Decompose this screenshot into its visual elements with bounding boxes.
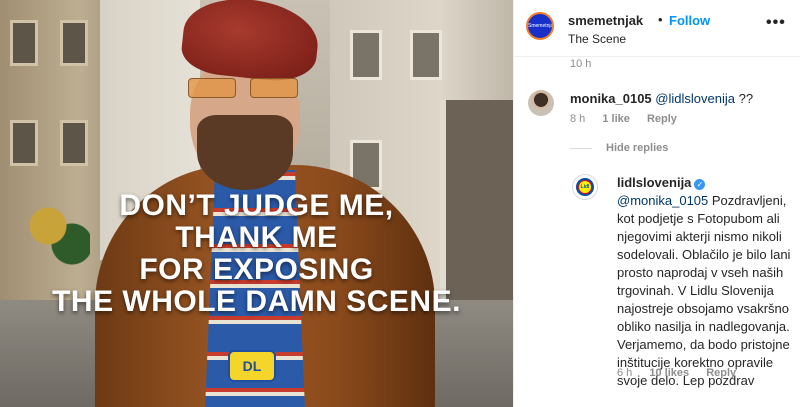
separator-dot: • [658, 12, 663, 27]
follow-button[interactable]: Follow [669, 13, 710, 28]
comment-meta: 8 h 1 like Reply [570, 113, 691, 125]
comment-body: ?? [734, 91, 754, 106]
reply-likes[interactable]: 10 likes [649, 367, 689, 379]
divider-line [570, 147, 592, 149]
account-avatar[interactable]: Smemetnjak [526, 12, 554, 40]
account-username[interactable]: smemetnjak [568, 13, 643, 28]
sweater-logo-patch: DL [228, 350, 276, 382]
reply-button[interactable]: Reply [647, 113, 677, 125]
reply-meta: 6 h 10 likes Reply [617, 367, 750, 379]
window [10, 120, 38, 166]
verified-badge-icon: ✓ [694, 179, 706, 190]
sunglasses [186, 78, 304, 98]
beret [179, 0, 322, 85]
commenter-avatar[interactable]: Lidl [572, 174, 598, 200]
comment-text: monika_0105 @lidlslovenija ?? [570, 90, 753, 108]
comment-time: 8 h [570, 113, 586, 125]
reply-text: lidlslovenija ✓ @monika_0105 Pozdravljeni,… [617, 174, 795, 390]
lidl-logo-icon: Lidl [576, 178, 594, 196]
hide-replies-button[interactable]: Hide replies [570, 142, 668, 154]
previous-comment-time: 10 h [570, 58, 592, 70]
comments-panel: Smemetnjak smemetnjak • Follow The Scene… [513, 0, 800, 407]
reply-username[interactable]: lidlslovenija [617, 175, 691, 190]
lidl-logo-text: Lidl [578, 180, 592, 194]
window [60, 120, 88, 166]
comment-username[interactable]: monika_0105 [570, 91, 652, 106]
reply-time: 6 h [617, 367, 633, 379]
post-image[interactable]: DL DON’T JUDGE ME, THANK ME FOR EXPOSING… [0, 0, 513, 407]
window [350, 30, 382, 80]
reply-button[interactable]: Reply [706, 367, 736, 379]
image-headline: DON’T JUDGE ME, THANK ME FOR EXPOSING TH… [0, 190, 513, 318]
hide-replies-label: Hide replies [606, 142, 669, 154]
window [410, 30, 442, 80]
headline-line: THANK ME [175, 221, 338, 254]
headline-line: THE WHOLE DAMN SCENE. [52, 285, 461, 318]
reply-body: Pozdravljeni, kot podjetje s Fotopubom a… [617, 193, 791, 388]
commenter-avatar[interactable] [528, 90, 554, 116]
window [60, 20, 88, 66]
post-location[interactable]: The Scene [568, 32, 626, 46]
comment-likes[interactable]: 1 like [602, 113, 630, 125]
headline-line: FOR EXPOSING [139, 253, 374, 286]
reply-mention[interactable]: @monika_0105 [617, 193, 708, 208]
post-header: Smemetnjak smemetnjak • Follow The Scene… [514, 0, 800, 57]
comment-mention[interactable]: @lidlslovenija [655, 91, 735, 106]
beard [197, 115, 293, 190]
headline-line: DON’T JUDGE ME, [119, 189, 394, 222]
more-options-icon[interactable]: ••• [766, 14, 786, 32]
window [10, 20, 38, 66]
